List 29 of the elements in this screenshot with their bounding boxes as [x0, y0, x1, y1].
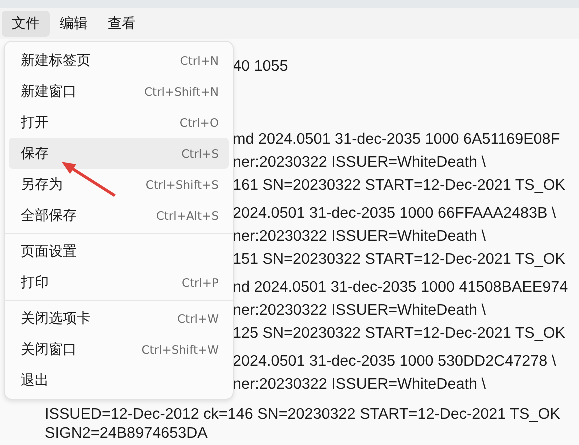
- menu-bar-item[interactable]: 查看: [98, 10, 146, 36]
- text-line: 151 SN=20230322 START=12-Dec-2021 TS_OK: [233, 250, 566, 270]
- text-line: 125 SN=20230322 START=12-Dec-2021 TS_OK: [233, 324, 566, 344]
- text-line: 40 1055: [233, 57, 288, 77]
- menu-item[interactable]: 另存为 Ctrl+Shift+S: [9, 169, 229, 200]
- menu-item[interactable]: 新建标签页 Ctrl+N: [9, 45, 229, 76]
- text-line: 161 SN=20230322 START=12-Dec-2021 TS_OK: [233, 176, 566, 196]
- menu-item[interactable]: 全部保存 Ctrl+Alt+S: [9, 200, 229, 231]
- menu-bar-item[interactable]: 编辑: [50, 10, 98, 36]
- text-line: md 2024.0501 31-dec-2035 1000 6A51169E08F: [233, 130, 560, 150]
- text-line: ISSUED=12-Dec-2012 ck=146 SN=20230322 START=12-Dec-2021 TS_OK: [45, 406, 560, 424]
- text-line: 2024.0501 31-dec-2035 1000 66FFAAA2483B \: [233, 204, 556, 224]
- text-line: ner:20230322 ISSUER=WhiteDeath \: [233, 227, 486, 247]
- text-line: ner:20230322 ISSUER=WhiteDeath \: [233, 301, 486, 321]
- menu-item[interactable]: 关闭选项卡 Ctrl+W: [9, 303, 229, 334]
- menu-item[interactable]: 页面设置: [9, 236, 229, 267]
- menu-item[interactable]: 关闭窗口 Ctrl+Shift+W: [9, 334, 229, 365]
- text-line: ner:20230322 ISSUER=WhiteDeath \: [233, 153, 486, 173]
- menu-item[interactable]: 打印 Ctrl+P: [9, 267, 229, 298]
- menu-item[interactable]: 打开 Ctrl+O: [9, 107, 229, 138]
- menu-item[interactable]: 保存 Ctrl+S: [9, 138, 229, 169]
- menu-item[interactable]: 新建窗口 Ctrl+Shift+N: [9, 76, 229, 107]
- text-line: nd 2024.0501 31-dec-2035 1000 41508BAEE974: [233, 278, 568, 298]
- annotation-arrow: [61, 161, 117, 198]
- menu-item[interactable]: 退出: [9, 365, 229, 396]
- menu-bar-item[interactable]: 文件: [2, 10, 50, 36]
- text-line: ner:20230322 ISSUER=WhiteDeath \: [233, 375, 486, 395]
- text-line: SIGN2=24B8974653DA: [45, 424, 208, 443]
- text-line: 2024.0501 31-dec-2035 1000 530DD2C47278 \: [233, 352, 556, 372]
